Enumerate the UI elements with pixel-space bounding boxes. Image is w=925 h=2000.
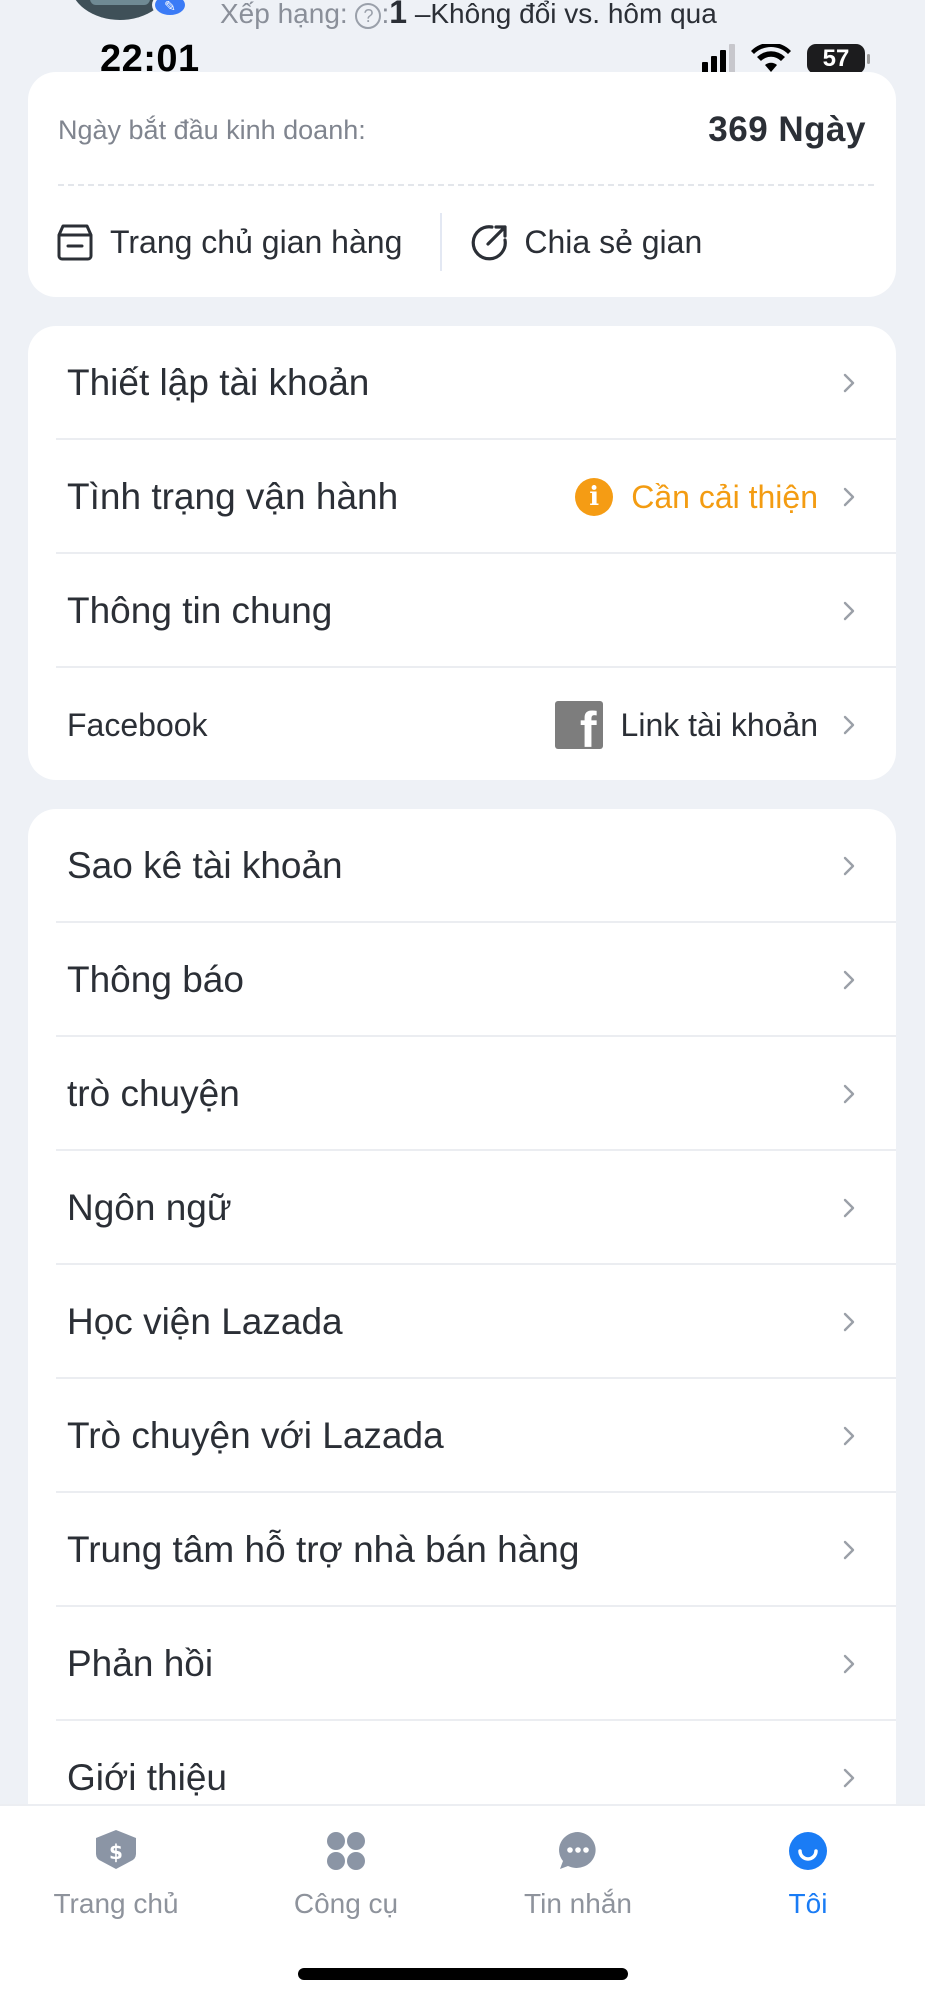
- cellular-signal-icon: [702, 44, 735, 74]
- chevron-right-icon: [843, 1540, 855, 1560]
- store-icon: [57, 224, 93, 261]
- share-shop-button[interactable]: Chia sẻ gian: [470, 222, 702, 262]
- chevron-right-icon: [843, 1768, 855, 1788]
- menu-item-seller-support-center[interactable]: Trung tâm hỗ trợ nhà bán hàng: [28, 1493, 896, 1607]
- menu-item-account-statement[interactable]: Sao kê tài khoản: [28, 809, 896, 923]
- business-days-count: 369: [708, 110, 769, 149]
- menu-item-general-info[interactable]: Thông tin chung: [28, 554, 896, 668]
- menu-item-lazada-academy[interactable]: Học viện Lazada: [28, 1265, 896, 1379]
- chat-bubble-icon: [559, 1832, 596, 1869]
- chevron-right-icon: [843, 487, 855, 507]
- chevron-right-icon: [843, 970, 855, 990]
- menu-item-label: Thiết lập tài khoản: [67, 362, 370, 403]
- tools-grid-icon: [327, 1832, 365, 1870]
- menu-item-label: Học viện Lazada: [67, 1301, 343, 1342]
- rank-label: Xếp hạng:: [220, 0, 348, 29]
- facebook-icon: f: [554, 701, 603, 749]
- operation-status: i Cần cải thiện: [575, 478, 818, 516]
- menu-item-label: Sao kê tài khoản: [67, 845, 343, 886]
- menu-item-label: Phản hồi: [67, 1643, 214, 1684]
- svg-text:$: $: [109, 1840, 123, 1864]
- menu-item-chat[interactable]: trò chuyện: [28, 1037, 896, 1151]
- info-warning-icon: i: [575, 478, 614, 516]
- shop-actions: Trang chủ gian hàng Chia sẻ gian: [54, 212, 874, 272]
- account-settings-card: Thiết lập tài khoản Tình trạng vận hành …: [28, 326, 896, 780]
- business-days-unit: Ngày: [778, 110, 866, 149]
- rank-value: 1: [389, 0, 408, 30]
- share-icon: [472, 225, 508, 261]
- nav-tab-label: Tôi: [788, 1888, 828, 1919]
- business-start-value: 369 Ngày: [708, 110, 866, 150]
- nav-tab-home[interactable]: $ Trang chủ: [16, 1826, 216, 1920]
- menu-item-facebook[interactable]: Facebook f Link tài khoản: [28, 668, 896, 782]
- menu-item-label: Ngôn ngữ: [67, 1187, 232, 1228]
- share-shop-label: Chia sẻ gian: [524, 223, 703, 260]
- rank-change: –Không đổi: [414, 0, 557, 29]
- shop-home-button[interactable]: Trang chủ gian hàng: [54, 221, 402, 263]
- menu-item-operation-status[interactable]: Tình trạng vận hành i Cần cải thiện: [28, 440, 896, 554]
- facebook-link-text: Link tài khoản: [620, 706, 818, 743]
- chevron-right-icon: [843, 1654, 855, 1674]
- verified-edit-icon[interactable]: ✎: [152, 0, 188, 18]
- menu-item-label: Tình trạng vận hành: [67, 476, 399, 517]
- nav-tab-messages[interactable]: Tin nhắn: [478, 1826, 678, 1920]
- home-shield-dollar-icon: $: [96, 1830, 136, 1869]
- rank-line: Xếp hạng: ?:1 –Không đổi vs. hôm qua: [220, 0, 717, 31]
- menu-item-feedback[interactable]: Phản hồi: [28, 1607, 896, 1721]
- wifi-icon: [751, 44, 791, 72]
- dashed-divider: [58, 184, 874, 186]
- operation-status-text: Cần cải thiện: [631, 478, 818, 515]
- shop-home-label: Trang chủ gian hàng: [110, 223, 403, 260]
- menu-item-label: trò chuyện: [67, 1073, 240, 1114]
- question-circle-icon[interactable]: ?: [355, 2, 382, 29]
- profile-smile-icon: [789, 1832, 827, 1870]
- shop-summary-card: Ngày bắt đầu kinh doanh: 369 Ngày Trang …: [28, 72, 896, 297]
- menu-item-label: Thông báo: [67, 959, 244, 1000]
- home-indicator: [298, 1968, 628, 1980]
- business-start-row: Ngày bắt đầu kinh doanh: 369 Ngày: [58, 110, 866, 150]
- chevron-right-icon: [843, 1312, 855, 1332]
- status-icons: 57: [702, 44, 870, 74]
- battery-icon: 57: [807, 44, 870, 74]
- menu-item-language[interactable]: Ngôn ngữ: [28, 1151, 896, 1265]
- menu-item-account-settings[interactable]: Thiết lập tài khoản: [28, 326, 896, 440]
- chevron-right-icon: [843, 601, 855, 621]
- menu-item-chat-with-lazada[interactable]: Trò chuyện với Lazada: [28, 1379, 896, 1493]
- menu-item-label: Giới thiệu: [67, 1757, 227, 1798]
- business-start-label: Ngày bắt đầu kinh doanh:: [58, 114, 366, 145]
- chevron-right-icon: [843, 373, 855, 393]
- chevron-right-icon: [843, 1198, 855, 1218]
- menu-item-label: Facebook: [67, 706, 208, 743]
- chevron-right-icon: [843, 715, 855, 735]
- menu-item-notifications[interactable]: Thông báo: [28, 923, 896, 1037]
- chevron-right-icon: [843, 856, 855, 876]
- nav-tab-label: Trang chủ: [53, 1888, 179, 1919]
- action-divider: [440, 213, 443, 271]
- menu-item-label: Trung tâm hỗ trợ nhà bán hàng: [67, 1529, 580, 1570]
- menu-item-label: Thông tin chung: [67, 590, 333, 631]
- nav-tab-label: Công cụ: [293, 1888, 399, 1919]
- nav-tab-me[interactable]: Tôi: [708, 1826, 908, 1920]
- chevron-right-icon: [843, 1426, 855, 1446]
- nav-tab-tools[interactable]: Công cụ: [246, 1826, 446, 1920]
- chevron-right-icon: [843, 1084, 855, 1104]
- rank-compare: vs. hôm qua: [564, 0, 717, 29]
- facebook-link: f Link tài khoản: [554, 701, 818, 749]
- nav-tab-label: Tin nhắn: [524, 1888, 632, 1919]
- menu-item-label: Trò chuyện với Lazada: [67, 1415, 444, 1456]
